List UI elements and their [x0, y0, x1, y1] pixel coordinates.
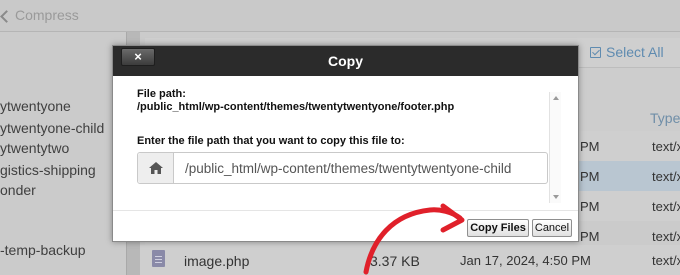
compress-label: Compress	[15, 7, 79, 23]
home-icon	[149, 162, 163, 174]
php-file-icon	[152, 250, 165, 267]
row-type: text/x	[652, 229, 680, 244]
tree-item[interactable]: onder	[0, 182, 36, 198]
dialog-footer-divider	[113, 210, 578, 211]
select-all-button[interactable]: Select All	[590, 44, 664, 60]
dialog-header: Copy ×	[113, 46, 578, 76]
row-type: text/x	[652, 199, 680, 214]
top-toolbar: Compress	[0, 0, 680, 32]
file-type: text/x	[652, 253, 680, 268]
row-modified-time: PM	[580, 139, 600, 154]
compress-icon	[0, 9, 13, 23]
tree-item[interactable]: -temp-backup	[0, 242, 86, 258]
destination-label: Enter the file path that you want to cop…	[137, 135, 405, 147]
row-modified-time: PM	[580, 199, 600, 214]
destination-path-input[interactable]	[175, 153, 547, 183]
cancel-button[interactable]: Cancel	[532, 219, 572, 237]
tree-item[interactable]: ytwentytwo	[0, 140, 69, 156]
copy-dialog: Copy × File path: /public_html/wp-conten…	[112, 45, 579, 242]
row-modified-time: PM	[580, 169, 600, 184]
input-addon	[138, 153, 174, 183]
file-size: 3.37 KB	[370, 253, 420, 269]
dialog-body: File path: /public_html/wp-content/theme…	[113, 76, 578, 211]
dialog-scrollbar[interactable]	[549, 92, 561, 203]
tree-item[interactable]: ytwentyone	[0, 98, 71, 114]
copy-files-button[interactable]: Copy Files	[467, 219, 529, 237]
tree-item[interactable]: gistics-shipping	[0, 162, 96, 178]
tree-item[interactable]: ytwentyone-child	[0, 120, 104, 136]
checkbox-icon	[590, 46, 601, 58]
directory-tree: ytwentyone ytwentyone-child ytwentytwo g…	[0, 32, 125, 275]
scroll-down-icon[interactable]	[553, 195, 559, 199]
close-button[interactable]: ×	[121, 48, 155, 66]
compress-button[interactable]: Compress	[0, 7, 79, 23]
file-path-label: File path:	[137, 88, 186, 100]
row-type: text/x	[652, 169, 680, 184]
select-all-label: Select All	[606, 44, 664, 60]
scroll-up-icon[interactable]	[553, 96, 559, 100]
file-modified-date: Jan 17, 2024, 4:50 PM	[460, 253, 591, 268]
destination-path-field	[137, 152, 548, 184]
dialog-title: Copy	[328, 53, 363, 69]
row-type: text/x	[652, 139, 680, 154]
column-header-type[interactable]: Type	[650, 110, 680, 126]
file-name[interactable]: image.php	[184, 253, 249, 269]
file-path-value: /public_html/wp-content/themes/twentytwe…	[137, 101, 455, 113]
row-modified-time: PM	[580, 229, 600, 244]
